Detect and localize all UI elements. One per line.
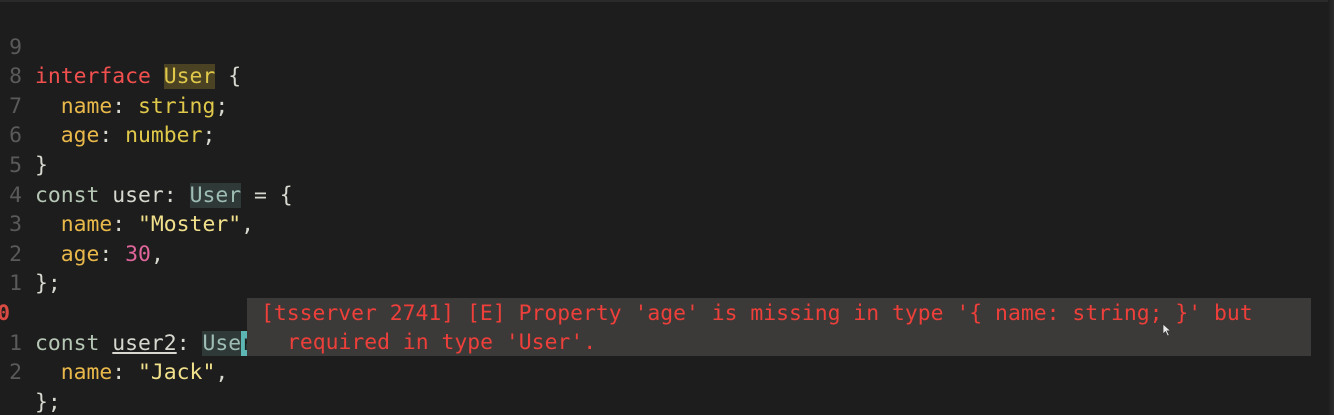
punct-token: ; (215, 93, 229, 119)
punct-token: }; (35, 389, 61, 415)
window-right-edge (1328, 0, 1334, 415)
code-line[interactable]: 4 name: "Moster", (0, 151, 254, 238)
punct-token: , (215, 360, 229, 386)
punct-token: , (241, 212, 254, 238)
diagnostic-message-line-1: [tsserver 2741] [E] Property 'age' is mi… (261, 301, 1253, 326)
string-token: "Jack" (138, 360, 216, 386)
diagnostic-popup: [tsserver 2741] [E] Property 'age' is mi… (247, 298, 1311, 356)
plain-token: = { (241, 182, 293, 208)
type-token: string (138, 93, 216, 119)
error-underlined-token: user2 (112, 330, 177, 356)
code-editor[interactable]: 9 interface User { 8 name: string; 7 age… (0, 3, 306, 415)
punct-token: : (112, 93, 139, 119)
window-top-border (0, 0, 1334, 2)
type-name-token: User (163, 64, 216, 90)
string-token: "Moster" (138, 212, 242, 238)
plain-token: user: (99, 182, 190, 208)
editor-window: 9 interface User { 8 name: string; 7 age… (0, 0, 1334, 415)
punct-token: : (99, 241, 126, 267)
code-line-current[interactable]: 0 const user2: User = { (0, 269, 306, 356)
punct-token: , (150, 241, 164, 267)
line-number: 2 (9, 360, 22, 386)
number-token: 30 (125, 241, 151, 267)
type-reference-token: Use (202, 330, 242, 356)
text-cursor-icon (1162, 323, 1172, 337)
code-line[interactable]: 8 name: string; (0, 33, 228, 119)
punct-token: : (99, 123, 126, 149)
punct-token: ; (202, 123, 216, 149)
code-line[interactable]: 3 age: 30, (0, 181, 164, 267)
code-line[interactable]: 5 const user: User = { (0, 121, 293, 208)
code-line[interactable]: 2 }; (0, 329, 77, 415)
plain-token: { (215, 64, 242, 90)
code-line[interactable]: 9 interface User { (0, 3, 241, 90)
diagnostic-message-line-2: required in type 'User'. (287, 330, 597, 355)
punct-token: : (112, 212, 139, 238)
line-code[interactable]: }; (35, 388, 61, 415)
punct-token: : (176, 330, 203, 356)
type-reference-token: User (189, 182, 242, 208)
code-line[interactable]: 2 }; (0, 210, 77, 297)
type-token: number (125, 123, 203, 149)
code-line[interactable]: 1 (0, 240, 77, 296)
code-line[interactable]: 7 age: number; (0, 62, 215, 149)
code-line[interactable]: 6 } (0, 92, 77, 178)
punct-token: : (112, 360, 139, 386)
code-line[interactable]: 1 name: "Jack", (0, 299, 228, 386)
